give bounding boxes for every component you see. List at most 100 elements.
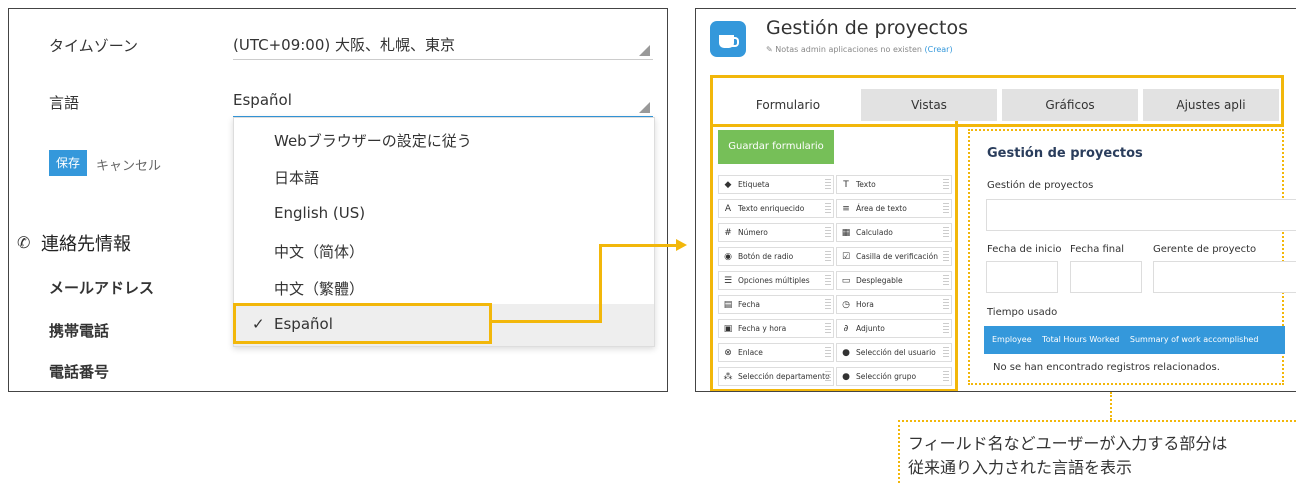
palette-item[interactable]: ◷ Hora	[836, 295, 952, 314]
tag-icon: ◆	[724, 179, 732, 190]
end-date-input[interactable]	[1070, 261, 1142, 293]
annotation-connector	[1110, 392, 1112, 420]
palette-item[interactable]: # Número	[718, 223, 834, 242]
field1-input[interactable]	[986, 199, 1296, 231]
palette-item[interactable]: ▤ Fecha	[718, 295, 834, 314]
link-icon: ⊗	[724, 347, 732, 358]
drag-handle-icon[interactable]	[943, 299, 949, 310]
palette-item-label: Casilla de verificación	[856, 252, 938, 261]
connector-line	[489, 320, 602, 323]
palette-item[interactable]: ☑ Casilla de verificación	[836, 247, 952, 266]
palette-item[interactable]: ● Selección grupo	[836, 367, 952, 386]
annotation-border	[898, 420, 900, 483]
palette-item[interactable]: ⊗ Enlace	[718, 343, 834, 362]
end-date-label: Fecha final	[1070, 244, 1125, 255]
language-dropdown-icon[interactable]	[639, 102, 650, 113]
drag-handle-icon[interactable]	[943, 203, 949, 214]
form-title: Gestión de proyectos	[987, 146, 1143, 161]
drag-handle-icon[interactable]	[943, 227, 949, 238]
drag-handle-icon[interactable]	[825, 347, 831, 358]
drag-handle-icon[interactable]	[825, 323, 831, 334]
field1-label: Gestión de proyectos	[987, 180, 1094, 191]
connector-line	[599, 244, 677, 247]
drag-handle-icon[interactable]	[943, 179, 949, 190]
palette-item[interactable]: ≡ Área de texto	[836, 199, 952, 218]
drag-handle-icon[interactable]	[943, 371, 949, 382]
arrow-head-icon	[676, 239, 687, 251]
notes-create-link[interactable]: (Crear)	[925, 45, 953, 54]
text-icon: T	[843, 179, 849, 190]
time-used-label: Tiempo usado	[987, 307, 1058, 318]
drag-handle-icon[interactable]	[825, 371, 831, 382]
language-option-english[interactable]: English (US)	[274, 204, 365, 222]
language-option-japanese[interactable]: 日本語	[274, 167, 319, 188]
related-records-table-header: Employee Total Hours Worked Summary of w…	[984, 326, 1285, 354]
org-icon: ⁂	[723, 371, 733, 382]
palette-item[interactable]: T Texto	[836, 175, 952, 194]
timezone-dropdown-icon[interactable]	[639, 45, 650, 56]
checkbox-icon: ☑	[841, 251, 851, 262]
timezone-select-value[interactable]: (UTC+09:00) 大阪、札幌、東京	[233, 34, 455, 55]
dropdown-icon: ▭	[841, 275, 851, 286]
datetime-icon: ▣	[723, 323, 733, 334]
clock-icon: ◷	[842, 299, 850, 310]
drag-handle-icon[interactable]	[825, 203, 831, 214]
phone-icon: ✆	[17, 233, 31, 252]
multi-choice-icon: ☰	[723, 275, 733, 286]
palette-item-label: Selección departamento	[738, 372, 830, 381]
palette-item[interactable]: ● Selección del usuario	[836, 343, 952, 362]
palette-item[interactable]: ▦ Calculado	[836, 223, 952, 242]
palette-item-label: Botón de radio	[738, 252, 794, 261]
drag-handle-icon[interactable]	[825, 179, 831, 190]
user-icon: ●	[842, 347, 850, 358]
start-date-input[interactable]	[986, 261, 1058, 293]
drag-handle-icon[interactable]	[825, 275, 831, 286]
col-employee: Employee	[992, 335, 1032, 344]
palette-item[interactable]: A Texto enriquecido	[718, 199, 834, 218]
palette-item-label: Hora	[856, 300, 874, 309]
language-option-chinese-simplified[interactable]: 中文（简体）	[274, 241, 364, 262]
palette-item-label: Fecha	[738, 300, 760, 309]
palette-item[interactable]: ◉ Botón de radio	[718, 247, 834, 266]
timezone-label: タイムゾーン	[49, 37, 138, 55]
palette-item-label: Calculado	[856, 228, 893, 237]
drag-handle-icon[interactable]	[825, 299, 831, 310]
save-form-button[interactable]: Guardar formulario	[718, 130, 834, 164]
language-option-chinese-traditional[interactable]: 中文（繁體）	[274, 278, 364, 299]
save-button[interactable]: 保存	[49, 150, 87, 176]
palette-item[interactable]: ▭ Desplegable	[836, 271, 952, 290]
drag-handle-icon[interactable]	[825, 251, 831, 262]
manager-label: Gerente de proyecto	[1153, 244, 1257, 255]
palette-item[interactable]: ∂ Adjunto	[836, 319, 952, 338]
palette-item-label: Selección grupo	[856, 372, 917, 381]
drag-handle-icon[interactable]	[943, 323, 949, 334]
drag-handle-icon[interactable]	[943, 275, 949, 286]
palette-item[interactable]: ⁂ Selección departamento	[718, 367, 834, 386]
palette-item-label: Etiqueta	[738, 180, 770, 189]
manager-input[interactable]	[1153, 261, 1296, 293]
highlight-box-espanol	[233, 303, 492, 344]
drag-handle-icon[interactable]	[943, 347, 949, 358]
palette-item[interactable]: ☰ Opciones múltiples	[718, 271, 834, 290]
palette-item-label: Texto enriquecido	[738, 204, 805, 213]
drag-handle-icon[interactable]	[943, 251, 949, 262]
contact-section-title: 連絡先情報	[41, 234, 131, 255]
user-settings-panel: タイムゾーン (UTC+09:00) 大阪、札幌、東京 言語 Español 保…	[8, 8, 668, 392]
cup-handle	[732, 37, 739, 47]
palette-item-label: Texto	[856, 180, 876, 189]
empty-table-message: No se han encontrado registros relaciona…	[993, 362, 1220, 373]
col-hours: Total Hours Worked	[1042, 335, 1120, 344]
annotation-border	[898, 420, 1296, 422]
language-select-value[interactable]: Español	[233, 91, 292, 109]
palette-item[interactable]: ▣ Fecha y hora	[718, 319, 834, 338]
app-title: Gestión de proyectos	[766, 17, 968, 39]
connector-line	[599, 244, 602, 323]
language-option-browser[interactable]: Webブラウザーの設定に従う	[274, 130, 472, 151]
radio-icon: ◉	[724, 251, 732, 262]
drag-handle-icon[interactable]	[825, 227, 831, 238]
palette-item-label: Desplegable	[856, 276, 903, 285]
palette-item[interactable]: ◆ Etiqueta	[718, 175, 834, 194]
palette-item-label: Área de texto	[856, 204, 907, 213]
cancel-link[interactable]: キャンセル	[96, 155, 161, 174]
palette-item-label: Enlace	[738, 348, 763, 357]
